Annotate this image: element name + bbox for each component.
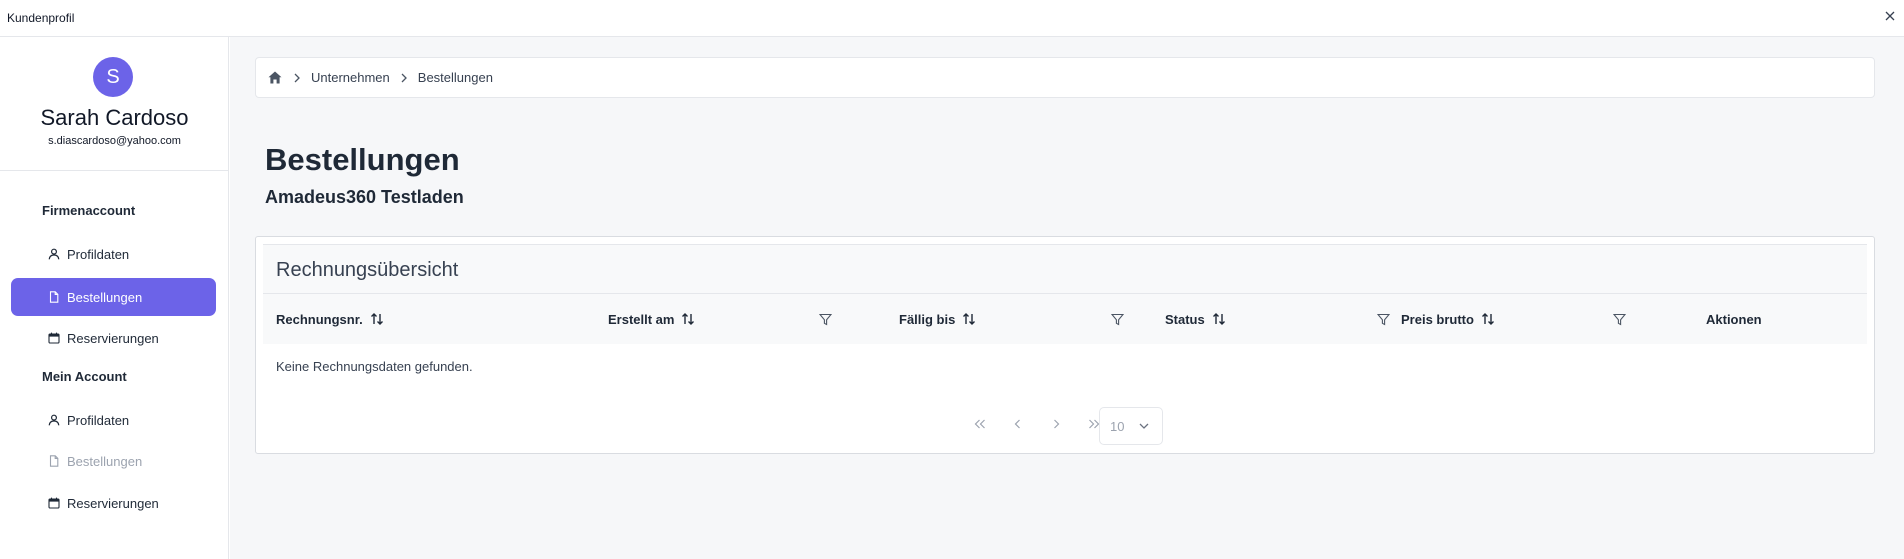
- document-icon: [47, 454, 61, 468]
- empty-message: Keine Rechnungsdaten gefunden.: [276, 359, 473, 374]
- column-label: Status: [1165, 311, 1205, 327]
- chevron-right-icon: [289, 70, 305, 86]
- user-icon: [47, 413, 61, 427]
- sidebar-item-label: Profildaten: [67, 246, 130, 262]
- column-header-erstellt-am[interactable]: Erstellt am: [608, 294, 695, 344]
- card-header: Rechnungsübersicht: [263, 244, 1867, 294]
- chevron-right-icon: [396, 70, 412, 86]
- user-icon: [47, 247, 61, 261]
- previous-page-icon[interactable]: [1007, 413, 1029, 435]
- sort-icon[interactable]: [370, 312, 384, 326]
- home-icon[interactable]: [267, 70, 283, 86]
- close-icon[interactable]: [1882, 8, 1898, 24]
- filter-icon[interactable]: [1375, 311, 1391, 327]
- section-label-mein-account: Mein Account: [42, 369, 127, 384]
- main-content: Unternehmen Bestellungen Bestellungen Am…: [230, 37, 1904, 559]
- profile-email: s.diascardoso@yahoo.com: [48, 135, 181, 147]
- breadcrumb: Unternehmen Bestellungen: [255, 57, 1875, 98]
- sidebar-item-label: Reservierungen: [67, 330, 159, 346]
- column-header-aktionen: Aktionen: [1706, 294, 1762, 344]
- column-header-preis-brutto[interactable]: Preis brutto: [1401, 294, 1495, 344]
- rows-per-page-value: 10: [1110, 418, 1125, 434]
- filter-icon[interactable]: [1611, 311, 1627, 327]
- page-subtitle: Amadeus360 Testladen: [265, 187, 464, 207]
- sidebar-item-label: Profildaten: [67, 412, 130, 428]
- document-icon: [47, 290, 61, 304]
- window-titlebar: Kundenprofil: [0, 0, 1904, 37]
- breadcrumb-item-unternehmen[interactable]: Unternehmen: [311, 70, 390, 85]
- column-label: Aktionen: [1706, 311, 1762, 327]
- sidebar-item-firma-profildaten[interactable]: Profildaten: [11, 235, 216, 273]
- first-page-icon[interactable]: [969, 413, 991, 435]
- sort-icon[interactable]: [1212, 312, 1226, 326]
- page-title: Bestellungen: [265, 142, 460, 177]
- sort-icon[interactable]: [681, 312, 695, 326]
- column-label: Rechnungsnr.: [276, 311, 363, 327]
- sidebar-item-label: Bestellungen: [67, 289, 143, 305]
- profile-name: Sarah Cardoso: [40, 105, 189, 130]
- card-title: Rechnungsübersicht: [276, 259, 459, 281]
- calendar-icon: [47, 331, 61, 345]
- breadcrumb-item-bestellungen[interactable]: Bestellungen: [418, 70, 493, 85]
- calendar-icon: [47, 496, 61, 510]
- sidebar-item-label: Bestellungen: [67, 453, 143, 469]
- next-page-icon[interactable]: [1045, 413, 1067, 435]
- sidebar-item-firma-bestellungen[interactable]: Bestellungen: [11, 278, 216, 316]
- window-title: Kundenprofil: [7, 11, 75, 25]
- sidebar-item-firma-reservierungen[interactable]: Reservierungen: [11, 319, 216, 357]
- sort-icon[interactable]: [1481, 312, 1495, 326]
- chevron-down-icon: [1138, 420, 1150, 432]
- column-label: Preis brutto: [1401, 311, 1474, 327]
- filter-icon[interactable]: [1109, 311, 1125, 327]
- rows-per-page-select[interactable]: 10: [1099, 407, 1163, 445]
- sidebar-item-mein-reservierungen[interactable]: Reservierungen: [11, 484, 216, 522]
- paginator: 10: [256, 405, 1876, 445]
- invoice-card: Rechnungsübersicht Rechnungsnr. Erstellt…: [255, 236, 1875, 454]
- sidebar: S Sarah Cardoso s.diascardoso@yahoo.com …: [0, 37, 229, 559]
- column-header-faellig-bis[interactable]: Fällig bis: [899, 294, 976, 344]
- avatar: S: [93, 57, 133, 97]
- column-header-rechnungsnr[interactable]: Rechnungsnr.: [276, 294, 384, 344]
- sort-icon[interactable]: [962, 312, 976, 326]
- filter-icon[interactable]: [817, 311, 833, 327]
- table-header: Rechnungsnr. Erstellt am Fällig bis Stat…: [263, 294, 1867, 344]
- column-label: Erstellt am: [608, 311, 675, 327]
- column-header-status[interactable]: Status: [1165, 294, 1226, 344]
- column-label: Fällig bis: [899, 311, 956, 327]
- section-label-firmenaccount: Firmenaccount: [42, 203, 136, 218]
- sidebar-divider: [0, 170, 229, 171]
- sidebar-item-mein-profildaten[interactable]: Profildaten: [11, 401, 216, 439]
- sidebar-item-label: Reservierungen: [67, 495, 159, 511]
- sidebar-item-mein-bestellungen[interactable]: Bestellungen: [11, 442, 216, 480]
